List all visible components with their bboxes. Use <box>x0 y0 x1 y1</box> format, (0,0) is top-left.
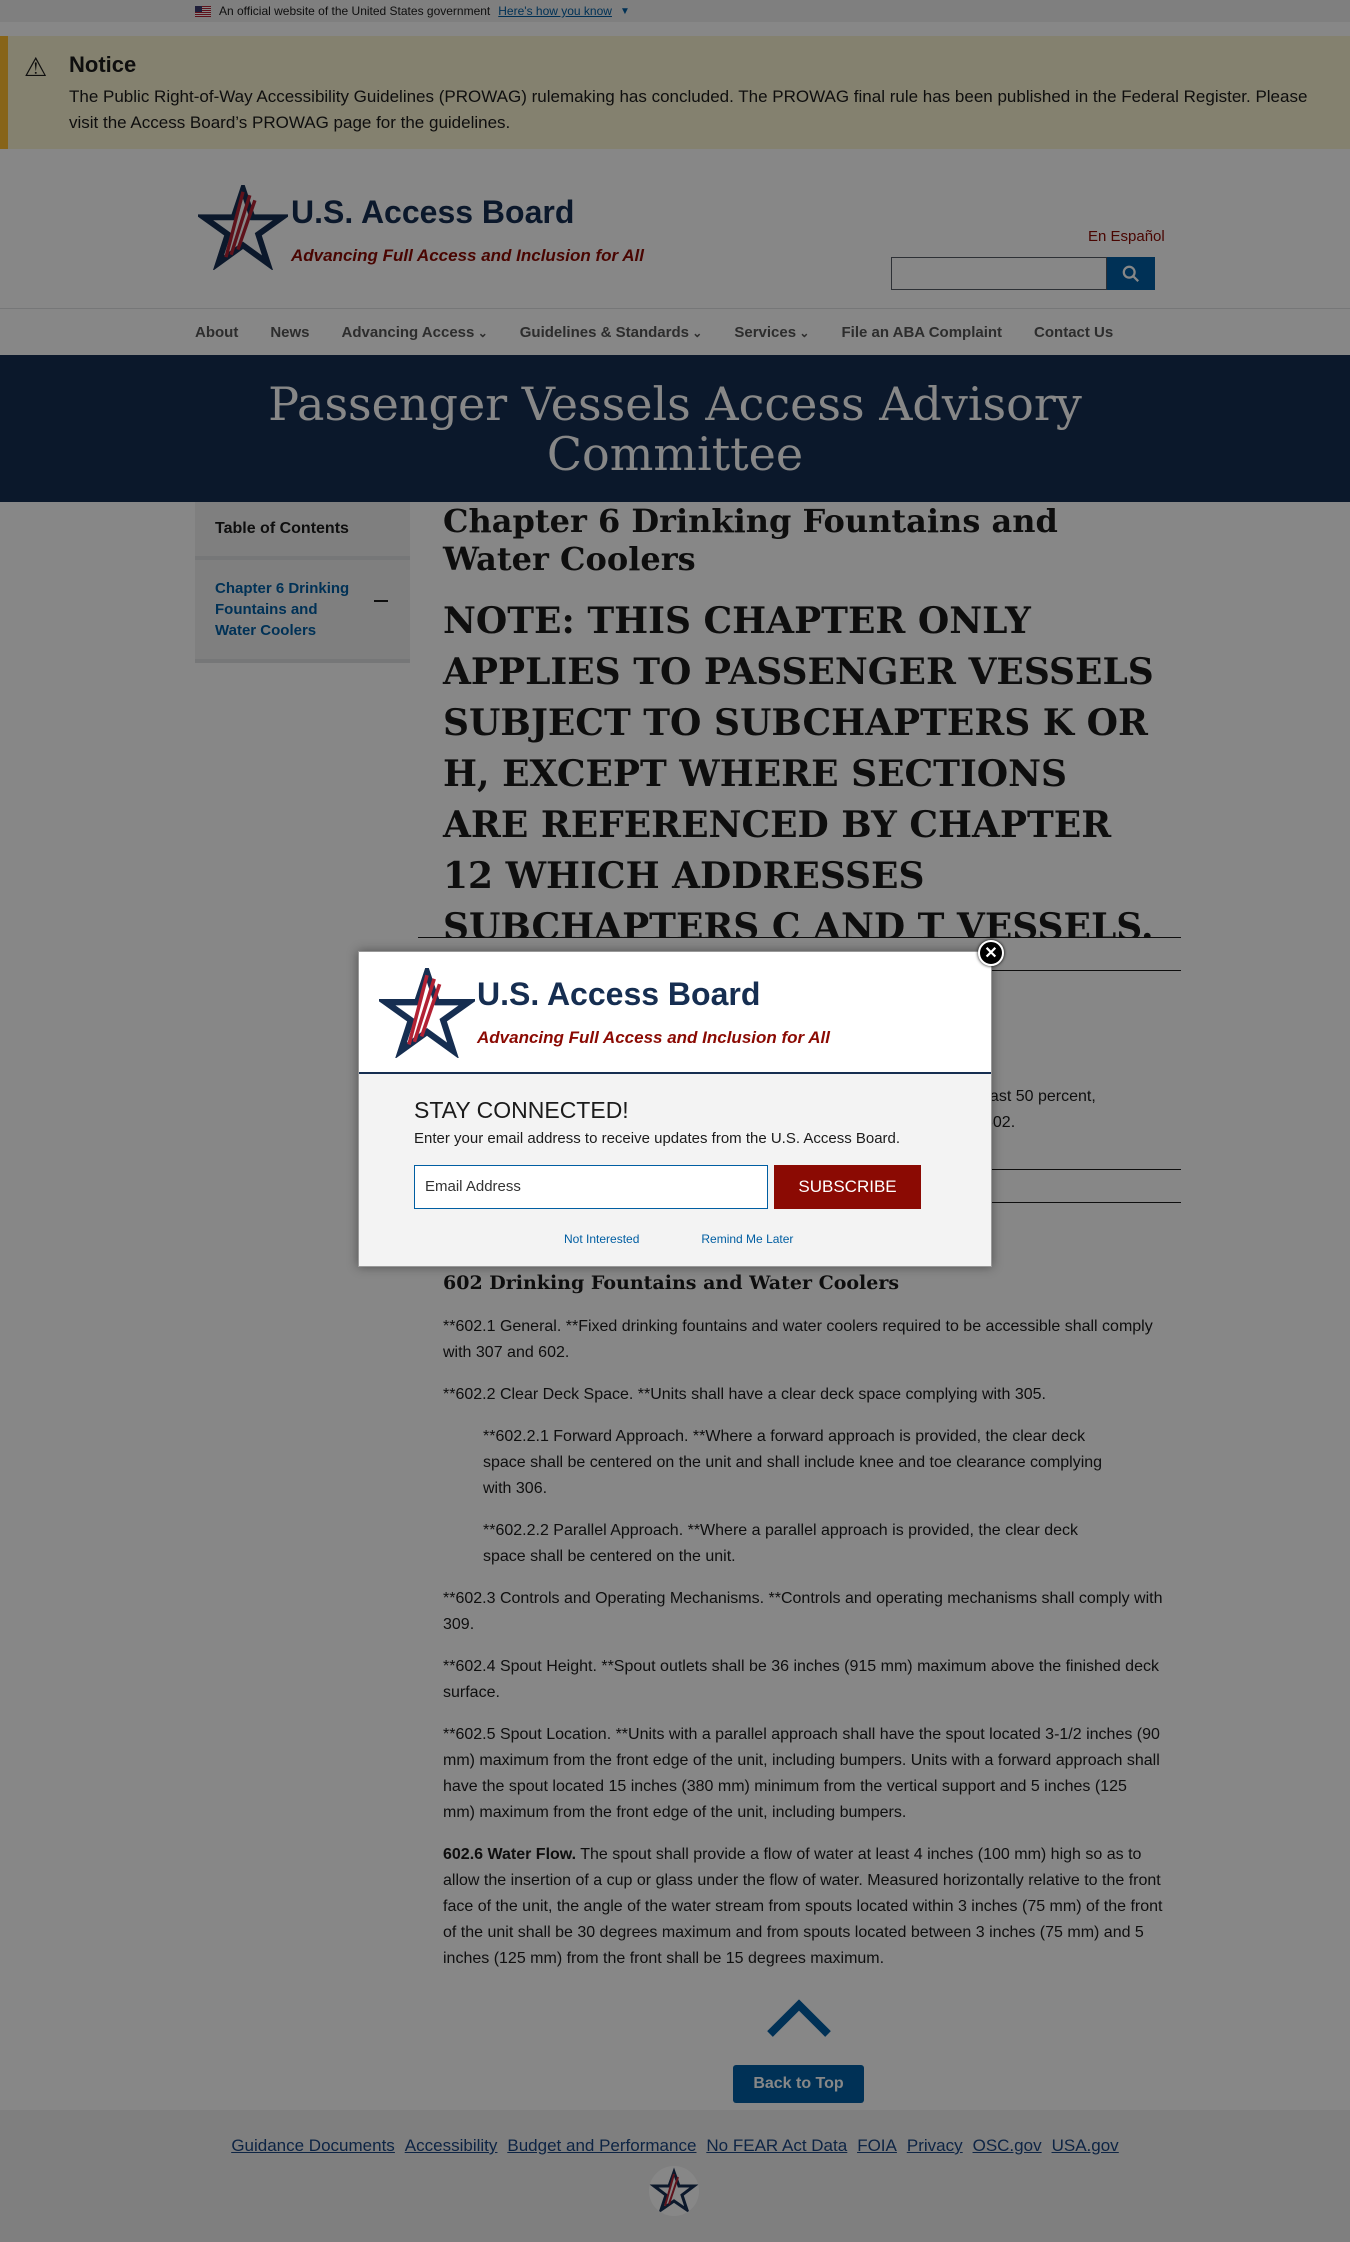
modal-links: Not Interested Remind Me Later <box>564 1232 793 1246</box>
modal-subheading: Enter your email address to receive upda… <box>414 1130 901 1147</box>
modal-heading: STAY CONNECTED! <box>414 1097 629 1123</box>
subscribe-button[interactable]: SUBSCRIBE <box>774 1165 921 1209</box>
email-field[interactable]: Email Address <box>414 1165 768 1209</box>
not-interested-link[interactable]: Not Interested <box>564 1232 639 1246</box>
modal-body: STAY CONNECTED! Enter your email address… <box>414 1097 921 1246</box>
close-icon[interactable]: ✕ <box>978 940 1004 966</box>
access-board-star-logo-icon <box>379 968 475 1058</box>
remind-later-link[interactable]: Remind Me Later <box>701 1232 793 1246</box>
modal-header: U.S. Access Board Advancing Full Access … <box>359 952 991 1074</box>
modal-tagline: Advancing Full Access and Inclusion for … <box>477 1028 830 1047</box>
modal-site-name: U.S. Access Board <box>477 976 761 1012</box>
subscribe-modal: U.S. Access Board Advancing Full Access … <box>358 940 1004 1267</box>
